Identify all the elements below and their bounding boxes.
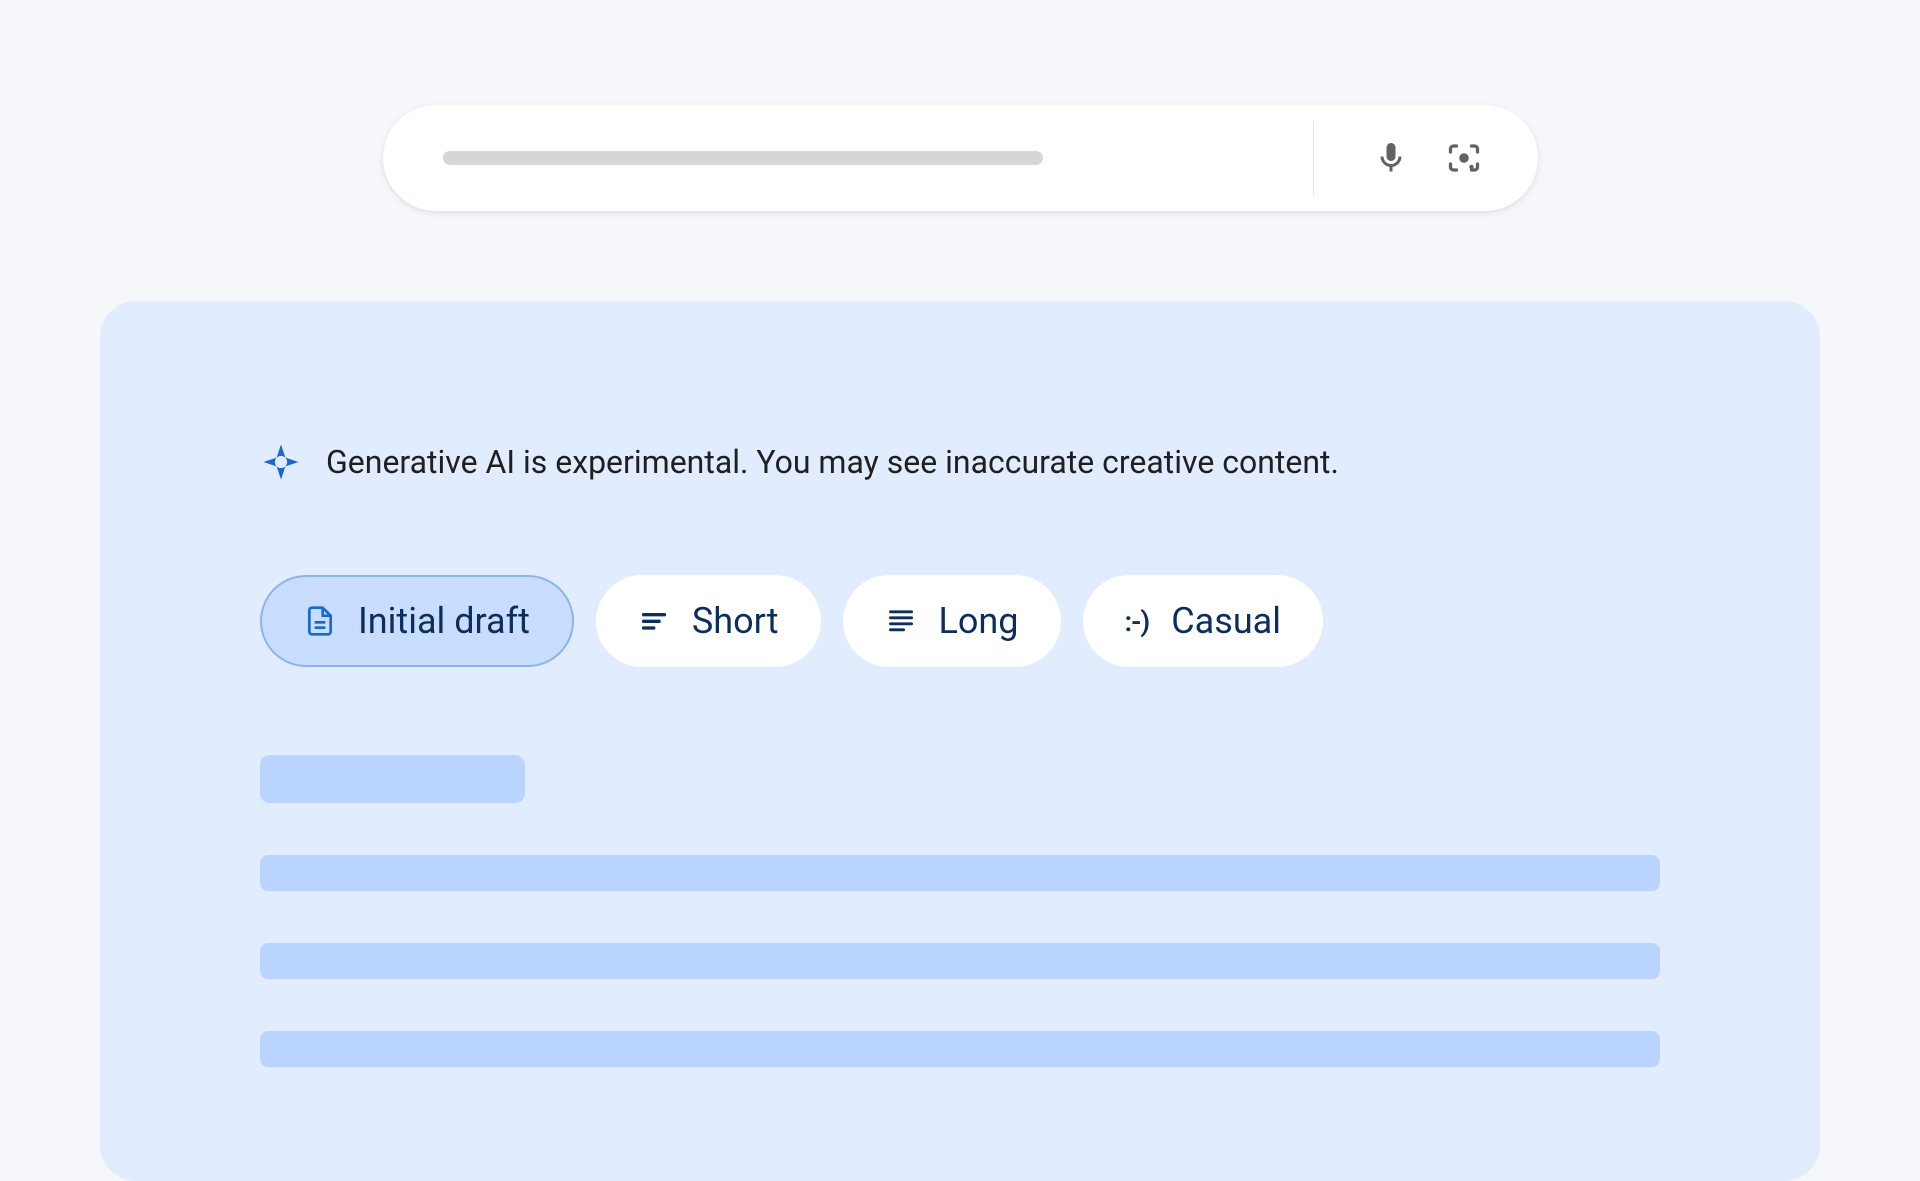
long-lines-icon [885, 605, 917, 637]
skeleton-line [260, 855, 1660, 891]
skeleton-content [260, 755, 1660, 1067]
skeleton-line [260, 1031, 1660, 1067]
search-input-placeholder[interactable] [443, 151, 1043, 165]
skeleton-title [260, 755, 525, 803]
sparkle-icon [260, 441, 302, 483]
lens-icon [1446, 140, 1482, 176]
disclaimer-row: Generative AI is experimental. You may s… [260, 441, 1660, 483]
lens-button[interactable] [1440, 134, 1488, 182]
chip-short[interactable]: Short [596, 575, 821, 667]
search-divider [1313, 121, 1314, 196]
chips-row: Initial draft Short Long [260, 575, 1660, 667]
chip-initial-draft[interactable]: Initial draft [260, 575, 574, 667]
chip-label: Initial draft [358, 600, 530, 642]
disclaimer-text: Generative AI is experimental. You may s… [326, 443, 1339, 481]
document-icon [304, 605, 336, 637]
casual-icon: :-) [1125, 605, 1150, 638]
skeleton-line [260, 943, 1660, 979]
chip-casual[interactable]: :-) Casual [1083, 575, 1324, 667]
mic-button[interactable] [1367, 134, 1415, 182]
chip-long[interactable]: Long [843, 575, 1061, 667]
chip-label: Casual [1171, 600, 1281, 642]
chip-label: Long [939, 600, 1019, 642]
generative-ai-card: Generative AI is experimental. You may s… [100, 301, 1820, 1181]
search-container [0, 0, 1920, 211]
search-bar[interactable] [383, 105, 1538, 211]
short-lines-icon [638, 605, 670, 637]
chip-label: Short [692, 600, 779, 642]
mic-icon [1373, 140, 1409, 176]
